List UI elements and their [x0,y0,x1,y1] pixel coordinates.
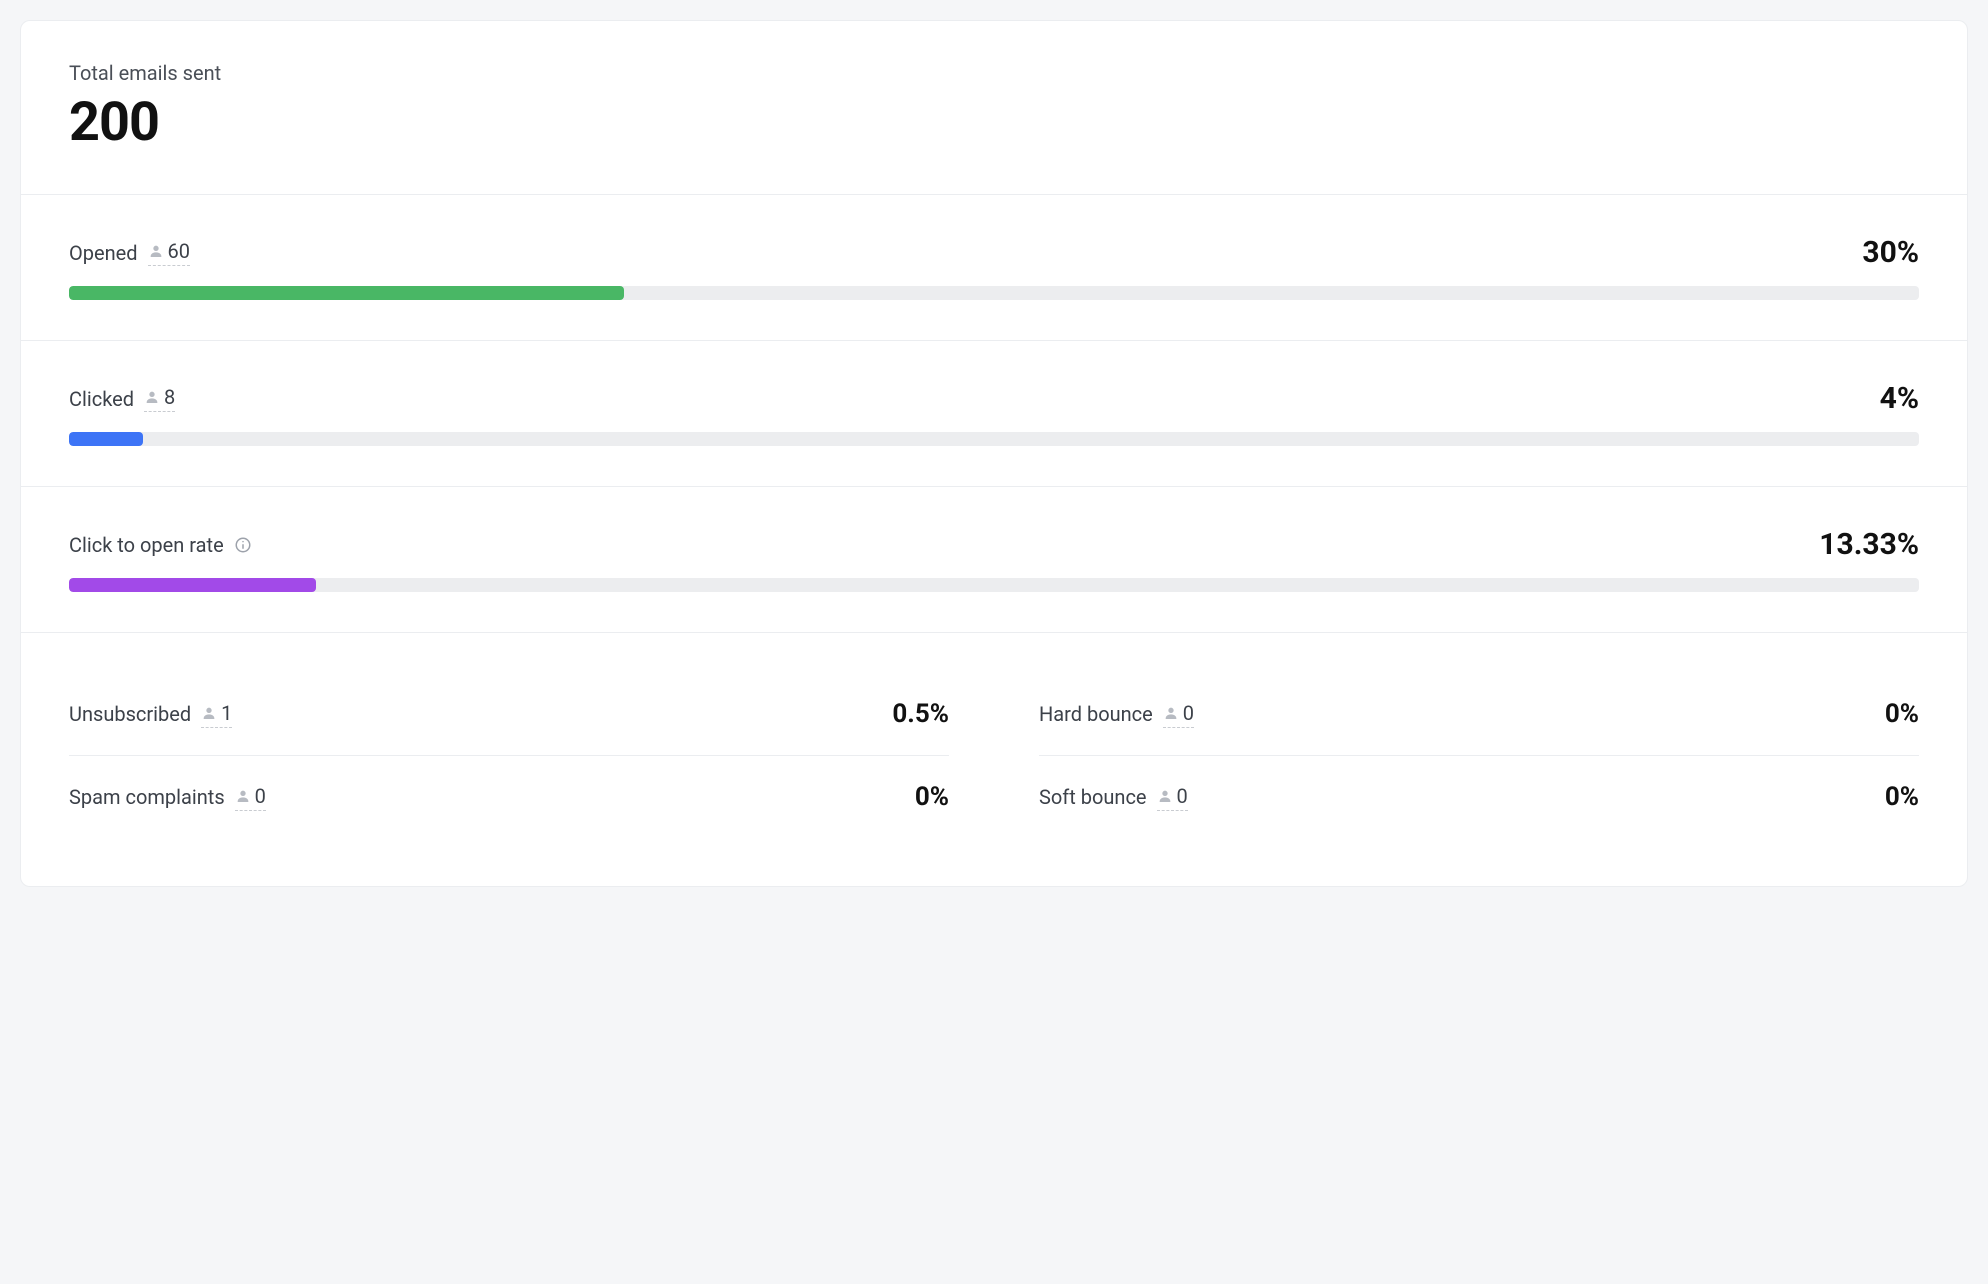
total-section: Total emails sent 200 [21,21,1967,195]
person-icon [1157,788,1173,804]
soft-bounce-stat: Soft bounce 0 0% [1039,756,1919,838]
email-stats-card: Total emails sent 200 Opened 60 30% Cl [20,20,1968,887]
hard-bounce-label: Hard bounce [1039,702,1153,726]
total-value: 200 [69,91,1919,154]
clicked-section: Clicked 8 4% [21,341,1967,487]
spam-complaints-label: Spam complaints [69,785,225,809]
opened-label: Opened [69,241,138,265]
hard-bounce-stat: Hard bounce 0 0% [1039,673,1919,756]
clicked-label: Clicked [69,387,134,411]
hard-bounce-count: 0 [1183,701,1194,725]
clicked-person-stat[interactable]: 8 [144,385,175,412]
person-icon [201,705,217,721]
opened-progress-fill [69,286,624,300]
opened-progress [69,286,1919,300]
unsubscribed-stat: Unsubscribed 1 0.5% [69,673,949,756]
spam-complaints-person-stat[interactable]: 0 [235,784,266,811]
clicked-row: Clicked 8 4% [69,381,1919,416]
ctor-row: Click to open rate 13.33% [69,527,1919,562]
info-icon[interactable] [234,536,252,554]
ctor-label: Click to open rate [69,533,224,557]
ctor-progress-fill [69,578,316,592]
total-label: Total emails sent [69,61,1919,85]
clicked-count: 8 [164,385,175,409]
ctor-section: Click to open rate 13.33% [21,487,1967,633]
opened-person-stat[interactable]: 60 [148,239,190,266]
spam-complaints-stat: Spam complaints 0 0% [69,756,949,838]
unsubscribed-percent: 0.5% [892,699,949,729]
unsubscribed-count: 1 [221,701,232,725]
soft-bounce-label: Soft bounce [1039,785,1147,809]
opened-section: Opened 60 30% [21,195,1967,341]
person-icon [144,389,160,405]
opened-row: Opened 60 30% [69,235,1919,270]
clicked-percent: 4% [1880,381,1919,416]
person-icon [235,788,251,804]
ctor-progress [69,578,1919,592]
hard-bounce-person-stat[interactable]: 0 [1163,701,1194,728]
opened-percent: 30% [1862,235,1919,270]
unsubscribed-label: Unsubscribed [69,702,191,726]
clicked-progress [69,432,1919,446]
opened-count: 60 [168,239,190,263]
soft-bounce-percent: 0% [1885,782,1919,812]
ctor-percent: 13.33% [1819,527,1919,562]
clicked-progress-fill [69,432,143,446]
spam-complaints-percent: 0% [915,782,949,812]
small-stats-section: Unsubscribed 1 0.5% Hard bounce [21,633,1967,886]
soft-bounce-person-stat[interactable]: 0 [1157,784,1188,811]
spam-complaints-count: 0 [255,784,266,808]
person-icon [148,243,164,259]
unsubscribed-person-stat[interactable]: 1 [201,701,232,728]
hard-bounce-percent: 0% [1885,699,1919,729]
soft-bounce-count: 0 [1177,784,1188,808]
person-icon [1163,705,1179,721]
